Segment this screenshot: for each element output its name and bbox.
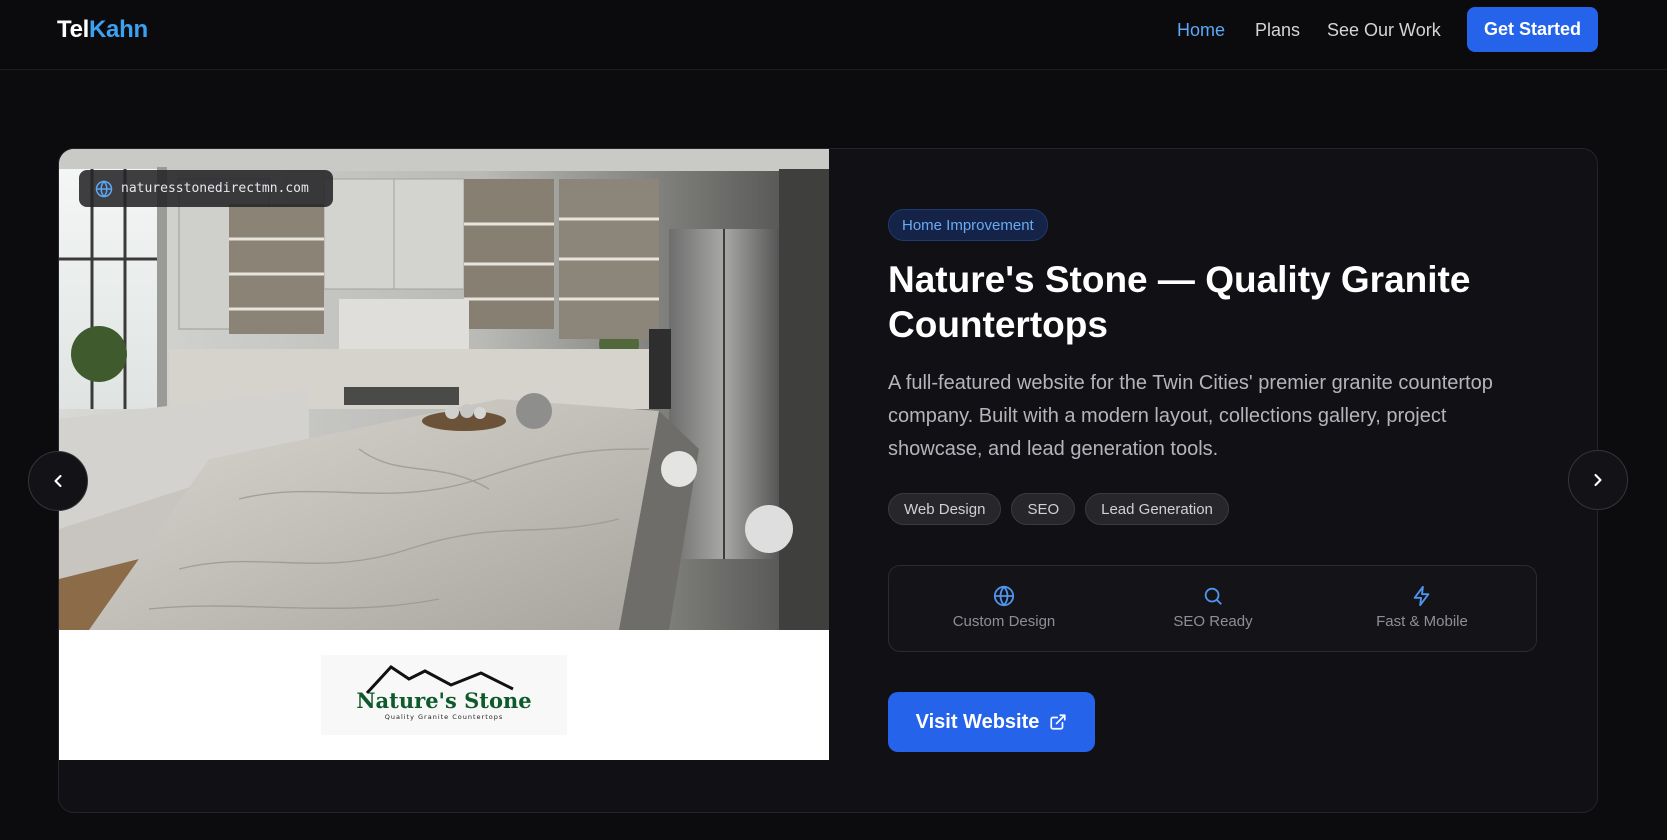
- client-logo-strip: Nature's Stone Quality Granite Counterto…: [59, 630, 829, 760]
- feature-panel: Custom Design SEO Ready Fast & Mobile: [888, 565, 1537, 652]
- feature-label: SEO Ready: [1173, 613, 1253, 630]
- top-nav: TelKahn Home Plans See Our Work Get Star…: [0, 0, 1667, 70]
- visit-website-button[interactable]: Visit Website: [888, 692, 1095, 752]
- carousel-prev-button[interactable]: [28, 451, 88, 511]
- project-title: Nature's Stone — Quality Granite Counter…: [888, 259, 1471, 345]
- portfolio-slide: Nature's Stone Quality Granite Counterto…: [58, 148, 1598, 813]
- chevron-right-icon: [1594, 473, 1602, 487]
- url-pill: naturesstonedirectmn.com: [79, 170, 333, 207]
- globe-icon: [95, 179, 113, 198]
- svg-text:Quality Granite Countertops: Quality Granite Countertops: [385, 713, 504, 721]
- get-started-button[interactable]: Get Started: [1467, 7, 1598, 52]
- tag-list: Web Design SEO Lead Generation: [888, 493, 1229, 525]
- tag-web-design: Web Design: [888, 493, 1002, 525]
- feature-fast-mobile: Fast & Mobile: [1347, 566, 1497, 653]
- project-url: naturesstonedirectmn.com: [121, 181, 309, 196]
- nav-link-plans[interactable]: Plans: [1255, 20, 1300, 41]
- brand-logo-part2: Kahn: [89, 16, 148, 43]
- nav-link-home[interactable]: Home: [1177, 20, 1225, 41]
- tag-seo: SEO: [1011, 493, 1076, 525]
- carousel-next-button[interactable]: [1568, 450, 1628, 510]
- tag-lead-generation: Lead Generation: [1085, 493, 1229, 525]
- natures-stone-logo: Nature's Stone Quality Granite Counterto…: [321, 655, 567, 735]
- feature-label: Fast & Mobile: [1376, 613, 1468, 630]
- lightning-icon: [1413, 585, 1430, 607]
- feature-seo-ready: SEO Ready: [1138, 566, 1288, 653]
- chevron-left-icon: [54, 474, 62, 488]
- category-badge: Home Improvement: [888, 209, 1048, 241]
- project-preview[interactable]: Nature's Stone Quality Granite Counterto…: [59, 149, 829, 760]
- feature-label: Custom Design: [952, 613, 1056, 630]
- nav-link-see-our-work[interactable]: See Our Work: [1327, 20, 1441, 41]
- visit-website-label: Visit Website: [915, 710, 1040, 733]
- svg-text:Nature's Stone: Nature's Stone: [356, 688, 531, 713]
- globe-icon: [993, 585, 1015, 607]
- brand-logo-part1: Tel: [57, 16, 89, 43]
- project-description: A full-featured website for the Twin Cit…: [888, 372, 1493, 460]
- search-icon: [1204, 587, 1222, 605]
- external-link-icon: [1050, 714, 1066, 730]
- brand-logo[interactable]: TelKahn: [57, 16, 148, 44]
- feature-custom-design: Custom Design: [929, 566, 1079, 653]
- kitchen-photo: [59, 149, 829, 630]
